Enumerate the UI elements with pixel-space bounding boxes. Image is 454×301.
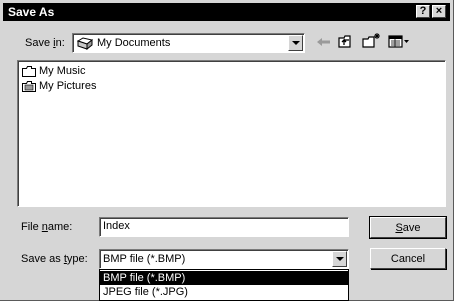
cancel-button[interactable]: Cancel <box>370 248 446 269</box>
save-as-type-value: BMP file (*.BMP) <box>103 253 186 265</box>
save-in-label: Save in: <box>25 37 65 49</box>
save-as-type-combobox[interactable]: BMP file (*.BMP) <box>99 249 349 269</box>
file-name: My Music <box>39 65 86 77</box>
save-in-dropdown-arrow[interactable] <box>288 35 303 51</box>
save-in-combobox[interactable]: My Documents <box>72 33 305 53</box>
save-as-type-options[interactable]: BMP file (*.BMP) JPEG file (*.JPG) <box>99 269 349 301</box>
file-name-label: File name: <box>21 221 73 233</box>
views-menu-icon[interactable] <box>388 35 410 51</box>
up-one-level-icon[interactable] <box>338 34 356 52</box>
save-in-value: My Documents <box>97 37 171 49</box>
window-title: Save As <box>8 5 55 19</box>
file-name: My Pictures <box>39 80 97 92</box>
save-as-type-label: Save as type: <box>21 253 88 265</box>
close-button[interactable]: × <box>432 5 446 18</box>
title-bar[interactable]: Save As ? × <box>3 3 450 21</box>
pictures-folder-icon <box>22 81 36 92</box>
option-bmp[interactable]: BMP file (*.BMP) <box>100 271 348 285</box>
folder-icon <box>22 66 36 77</box>
file-list[interactable]: My Music My Pictures <box>17 60 446 207</box>
new-folder-icon[interactable] <box>362 32 382 52</box>
save-as-dialog: Save As ? × Save in: My Documents My Mus… <box>0 0 454 301</box>
help-button[interactable]: ? <box>416 5 430 18</box>
save-button[interactable]: Save <box>369 216 447 239</box>
my-documents-icon <box>76 37 94 53</box>
save-as-type-dropdown-arrow[interactable] <box>332 251 347 267</box>
option-jpeg[interactable]: JPEG file (*.JPG) <box>100 285 348 299</box>
back-arrow-icon[interactable] <box>316 36 332 51</box>
file-name-input[interactable]: Index <box>99 217 349 237</box>
